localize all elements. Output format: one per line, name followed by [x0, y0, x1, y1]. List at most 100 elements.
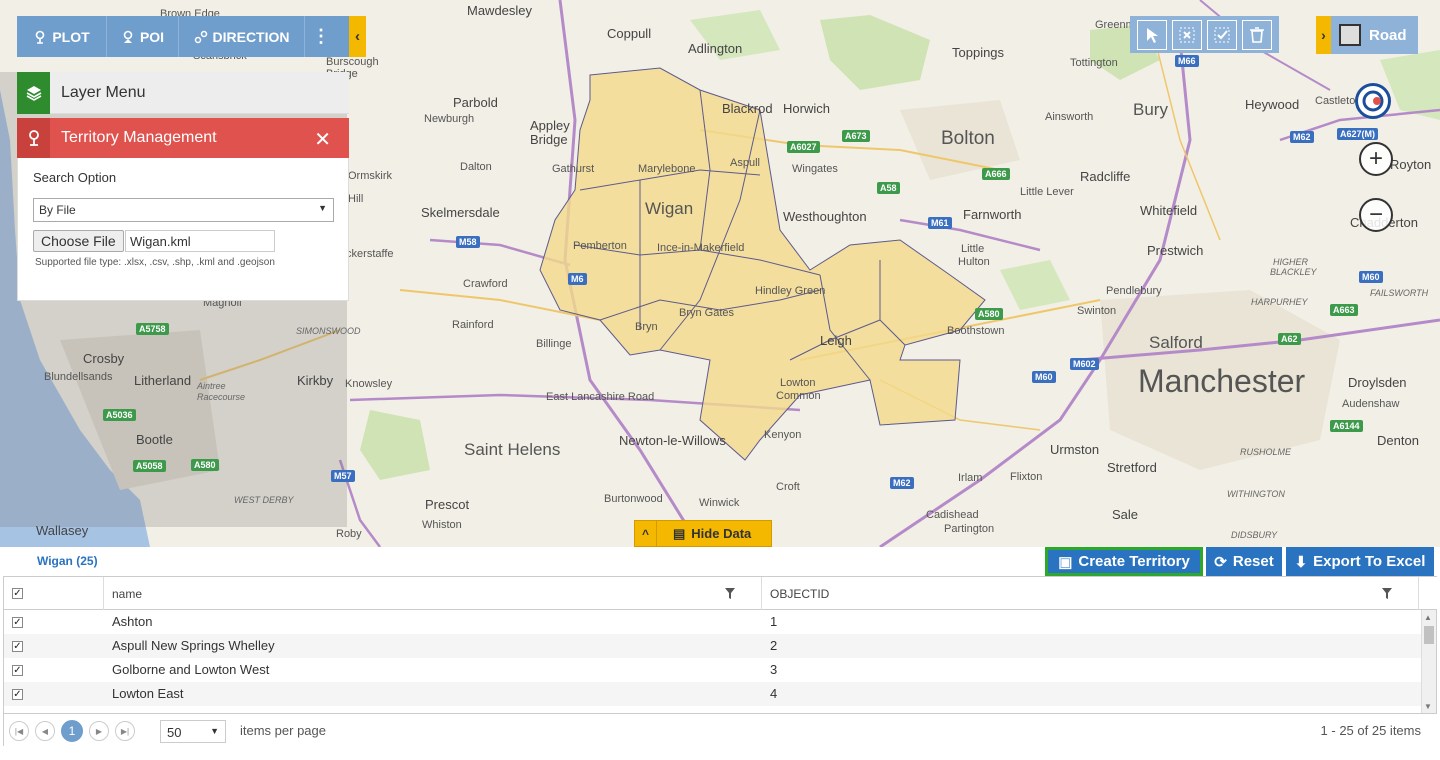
road-shield: M62 [890, 477, 914, 489]
next-page-icon[interactable]: ▶ [89, 721, 109, 741]
top-toolbar: PLOT POI DIRECTION ⋮ [17, 16, 349, 57]
chevron-up-icon: ^ [635, 520, 657, 547]
reset-button[interactable]: ⟳ Reset [1206, 547, 1282, 576]
page-size-select[interactable]: 50 ▼ [160, 720, 226, 743]
download-icon: ⬇ [1294, 553, 1308, 571]
road-shield: A5036 [103, 409, 136, 421]
grid-scrollbar[interactable]: ▲ ▼ [1421, 610, 1436, 714]
scroll-thumb[interactable] [1424, 626, 1434, 644]
choose-file-button[interactable]: Choose File [33, 230, 124, 252]
create-territory-button[interactable]: ▣ Create Territory [1045, 547, 1203, 576]
row-checkbox[interactable]: ✓ [12, 689, 23, 700]
supported-file-hint: Supported file type: .xlsx, .csv, .shp, … [35, 257, 275, 268]
close-icon[interactable]: ✕ [314, 127, 331, 152]
road-shield: M60 [1032, 371, 1056, 383]
cell-name: Lowton East [112, 686, 184, 701]
select-pointer-icon[interactable] [1136, 19, 1167, 50]
selected-file-name: Wigan.kml [125, 230, 275, 252]
plot-label: PLOT [52, 28, 90, 45]
dropdown-arrow-icon: ▼ [210, 726, 219, 736]
scroll-up-icon[interactable]: ▲ [1424, 613, 1432, 622]
search-option-select[interactable]: By File ▼ [33, 198, 334, 222]
cell-name: Aspull New Springs Whelley [112, 638, 275, 653]
poi-icon [123, 30, 133, 43]
table-row[interactable]: ✓ Golborne and Lowton West 3 [4, 658, 1422, 682]
road-shield: A627(M) [1337, 128, 1379, 140]
create-territory-label: Create Territory [1078, 553, 1190, 570]
scroll-down-icon[interactable]: ▼ [1424, 702, 1432, 711]
items-per-page-label: items per page [240, 723, 326, 738]
column-header-objectid[interactable]: OBJECTID [762, 577, 1419, 610]
page-size-value: 50 [167, 725, 182, 740]
road-shield: A580 [975, 308, 1003, 320]
hide-data-label: Hide Data [691, 526, 752, 541]
road-shield: M602 [1070, 358, 1099, 370]
confirm-selection-icon[interactable] [1207, 19, 1238, 50]
layers-icon [17, 71, 50, 114]
refresh-icon: ⟳ [1214, 553, 1227, 571]
last-page-icon[interactable]: ▶| [115, 721, 135, 741]
location-pin-icon [17, 118, 50, 158]
road-shield: M60 [1359, 271, 1383, 283]
cell-objectid: 3 [770, 662, 778, 677]
road-shield: M6 [568, 273, 587, 285]
zoom-out-button[interactable]: − [1359, 198, 1393, 232]
road-map-style-button[interactable]: Road [1331, 16, 1418, 54]
clear-selection-icon[interactable] [1171, 19, 1202, 50]
road-shield: M58 [456, 236, 480, 248]
select-all-checkbox[interactable]: ✓ [12, 588, 23, 599]
row-checkbox[interactable]: ✓ [12, 617, 23, 628]
road-label: Road [1369, 26, 1407, 44]
cell-objectid: 1 [770, 614, 778, 629]
road-shield: M57 [331, 470, 355, 482]
current-page[interactable]: 1 [61, 720, 83, 742]
trash-icon[interactable] [1242, 19, 1273, 50]
dropdown-arrow-icon: ▼ [318, 203, 327, 213]
map-style-expand-button[interactable]: › [1316, 16, 1331, 54]
road-shield: A5758 [136, 323, 169, 335]
cell-objectid: 4 [770, 686, 778, 701]
table-row[interactable]: ✓ Ashton 1 [4, 610, 1422, 634]
export-to-excel-button[interactable]: ⬇ Export To Excel [1286, 547, 1434, 576]
territory-icon: ▣ [1058, 553, 1073, 571]
hide-data-button[interactable]: ^ ▤ Hide Data [634, 520, 772, 547]
grid-header: ✓ name OBJECTID [4, 577, 1437, 610]
zoom-in-button[interactable]: + [1359, 142, 1393, 176]
layer-menu-header[interactable]: Layer Menu [17, 71, 349, 114]
poi-button[interactable]: POI [107, 16, 179, 57]
cell-objectid: 2 [770, 638, 778, 653]
row-checkbox[interactable]: ✓ [12, 665, 23, 676]
filter-icon[interactable] [725, 588, 735, 599]
first-page-icon[interactable]: |◀ [9, 721, 29, 741]
search-option-value: By File [39, 203, 76, 217]
cell-name: Ashton [112, 614, 153, 629]
poi-label: POI [139, 28, 165, 45]
filter-icon[interactable] [1382, 588, 1392, 599]
prev-page-icon[interactable]: ◀ [35, 721, 55, 741]
road-shield: M62 [1290, 131, 1314, 143]
pager-summary: 1 - 25 of 25 items [1320, 723, 1421, 738]
data-layer-title[interactable]: Wigan (25) [37, 554, 98, 568]
territory-management-title: Territory Management [61, 129, 217, 146]
table-row[interactable]: ✓ Lowton East 4 [4, 682, 1422, 706]
compass-icon[interactable] [1355, 83, 1391, 119]
search-option-label: Search Option [33, 170, 117, 185]
road-shield: A580 [191, 459, 219, 471]
selection-tools [1130, 16, 1279, 53]
toolbar-collapse-button[interactable]: ‹ [349, 16, 366, 57]
plot-button[interactable]: PLOT [17, 16, 107, 57]
direction-button[interactable]: DIRECTION [179, 16, 305, 57]
territory-management-header: Territory Management ✕ [17, 118, 349, 158]
more-menu-icon[interactable]: ⋮ [305, 16, 337, 57]
road-shield: M61 [928, 217, 952, 229]
direction-label: DIRECTION [212, 28, 290, 45]
column-header-name[interactable]: name [104, 577, 762, 610]
layer-menu-label: Layer Menu [61, 83, 146, 101]
road-shield: A6027 [787, 141, 820, 153]
export-label: Export To Excel [1313, 553, 1426, 570]
data-grid: ✓ name OBJECTID ✓ Ashton 1 ✓ Aspull New … [3, 576, 1437, 746]
table-row[interactable]: ✓ Aspull New Springs Whelley 2 [4, 634, 1422, 658]
road-shield: A5058 [133, 460, 166, 472]
cell-name: Golborne and Lowton West [112, 662, 270, 677]
row-checkbox[interactable]: ✓ [12, 641, 23, 652]
